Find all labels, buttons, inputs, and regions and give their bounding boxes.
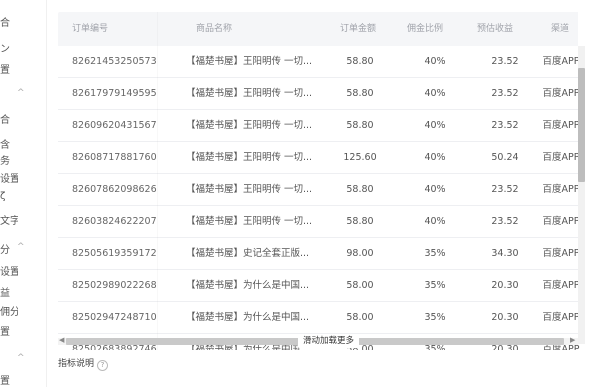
order-amount-cell: 125.60 [343, 152, 377, 163]
commission-rate-cell: 40% [424, 216, 446, 227]
order-amount-cell: 58.00 [346, 312, 374, 323]
order-amount-cell: 58.00 [346, 280, 374, 291]
product-name-cell: 【福楚书屋】王阳明传 一切... [186, 152, 313, 163]
help-icon[interactable]: ? [97, 360, 109, 371]
sidebar-item[interactable]: 含 [0, 136, 18, 151]
sidebar-item[interactable]: ζ [0, 191, 18, 202]
commission-rate-cell: 40% [424, 152, 446, 163]
table-row[interactable]: 82505619359172 【福楚书屋】史记全套正版... 98.00 35% 34.… [58, 238, 579, 270]
sidebar-item[interactable]: 合 [0, 111, 18, 126]
commission-rate-cell: 35% [424, 280, 446, 291]
scroll-right-icon[interactable]: ▶ [570, 336, 575, 344]
sidebar-item[interactable]: 设置 [0, 263, 18, 278]
estimated-income-cell: 34.30 [491, 248, 519, 259]
table-row[interactable]: 82609620431567 【福楚书屋】王阳明传 一切... 58.80 40% 23… [58, 110, 579, 142]
product-name-cell: 【福楚书屋】为什么是中国... [186, 280, 310, 291]
metric-explanation[interactable]: 指标说明? [58, 356, 109, 371]
table-row[interactable]: 82502989022268 【福楚书屋】为什么是中国... 58.00 35% 20.… [58, 270, 579, 302]
header-estimated-income: 预估收益 [477, 24, 514, 34]
sidebar-item[interactable]: 置 [0, 61, 18, 76]
order-amount-cell: 58.80 [346, 88, 374, 99]
sidebar-item[interactable]: ン [0, 40, 18, 55]
sidebar: 合ン置合含务设置 ζ 文字分设置益佣分置置 ^ ^ ^ [0, 0, 47, 387]
sidebar-item[interactable]: 置 [0, 323, 18, 338]
table-header: 订单编号 商品名称 订单金额 佣金比例 预估收益 渠道 [58, 12, 578, 46]
table-row[interactable]: 82502947248710 【福楚书屋】为什么是中国... 58.00 35% 20.… [58, 302, 579, 334]
commission-rate-cell: 35% [424, 248, 446, 259]
table-row[interactable]: 82608717881760 【福楚书屋】王阳明传 一切... 125.60 40% 5… [58, 142, 579, 174]
estimated-income-cell: 50.24 [491, 152, 519, 163]
table-row[interactable]: 82617979149595 【福楚书屋】王阳明传 一切... 58.80 40% 23… [58, 78, 579, 110]
estimated-income-cell: 23.52 [491, 88, 519, 99]
sidebar-item[interactable]: 务 [0, 152, 18, 167]
order-amount-cell: 58.80 [346, 216, 374, 227]
sidebar-item[interactable]: 分 [0, 241, 18, 256]
product-name-cell: 【福楚书屋】史记全套正版... [186, 248, 310, 259]
header-product-name: 商品名称 [196, 24, 233, 34]
sidebar-item[interactable]: 文字 [0, 212, 18, 227]
estimated-income-cell: 23.52 [491, 216, 519, 227]
product-name-cell: 【福楚书屋】王阳明传 一切... [186, 184, 313, 195]
order-table-panel: 订单编号 商品名称 订单金额 佣金比例 预估收益 渠道 826214532505… [58, 12, 588, 350]
order-amount-cell: 98.00 [346, 248, 374, 259]
chevron-up-icon[interactable]: ^ [17, 242, 25, 252]
load-more-hint: 滑动加载更多 [298, 334, 360, 348]
header-commission-rate: 佣金比例 [407, 24, 444, 34]
scroll-left-icon[interactable]: ◀ [59, 336, 64, 344]
header-channel: 渠道 [551, 24, 570, 34]
vertical-scroll-thumb[interactable] [578, 68, 585, 182]
estimated-income-cell: 23.52 [491, 184, 519, 195]
chevron-up-icon[interactable]: ^ [17, 353, 25, 363]
commission-rate-cell: 40% [424, 120, 446, 131]
chevron-up-icon[interactable]: ^ [17, 88, 25, 98]
table-body: 82621453250573 【福楚书屋】王阳明传 一切... 58.80 40% 23… [58, 46, 579, 350]
sidebar-item[interactable]: 益 [0, 284, 18, 299]
sidebar-item[interactable]: 设置 [0, 170, 18, 185]
fixed-column-shadow [157, 12, 158, 350]
table-row[interactable]: 82603824622207 【福楚书屋】王阳明传 一切... 58.80 40% 23… [58, 206, 579, 238]
sidebar-item[interactable]: 置 [0, 372, 18, 387]
product-name-cell: 【福楚书屋】王阳明传 一切... [186, 56, 313, 67]
commission-rate-cell: 40% [424, 56, 446, 67]
header-order-amount: 订单金额 [340, 24, 377, 34]
vertical-scrollbar[interactable] [578, 46, 585, 344]
metric-explanation-label: 指标说明 [58, 359, 95, 369]
product-name-cell: 【福楚书屋】王阳明传 一切... [186, 88, 313, 99]
commission-rate-cell: 40% [424, 184, 446, 195]
product-name-cell: 【福楚书屋】王阳明传 一切... [186, 216, 313, 227]
commission-rate-cell: 40% [424, 88, 446, 99]
estimated-income-cell: 23.52 [491, 120, 519, 131]
estimated-income-cell: 20.30 [491, 280, 519, 291]
estimated-income-cell: 20.30 [491, 312, 519, 323]
product-name-cell: 【福楚书屋】王阳明传 一切... [186, 120, 313, 131]
table-row[interactable]: 82621453250573 【福楚书屋】王阳明传 一切... 58.80 40% 23… [58, 46, 579, 78]
order-amount-cell: 58.80 [346, 120, 374, 131]
order-amount-cell: 58.80 [346, 56, 374, 67]
estimated-income-cell: 23.52 [491, 56, 519, 67]
order-amount-cell: 58.80 [346, 184, 374, 195]
header-order-id: 订单编号 [72, 24, 109, 34]
table-row[interactable]: 82607862098626 【福楚书屋】王阳明传 一切... 58.80 40% 23… [58, 174, 579, 206]
sidebar-item[interactable]: 佣分 [0, 303, 18, 318]
product-name-cell: 【福楚书屋】为什么是中国... [186, 312, 310, 323]
commission-rate-cell: 35% [424, 312, 446, 323]
sidebar-item[interactable]: 合 [0, 14, 18, 29]
